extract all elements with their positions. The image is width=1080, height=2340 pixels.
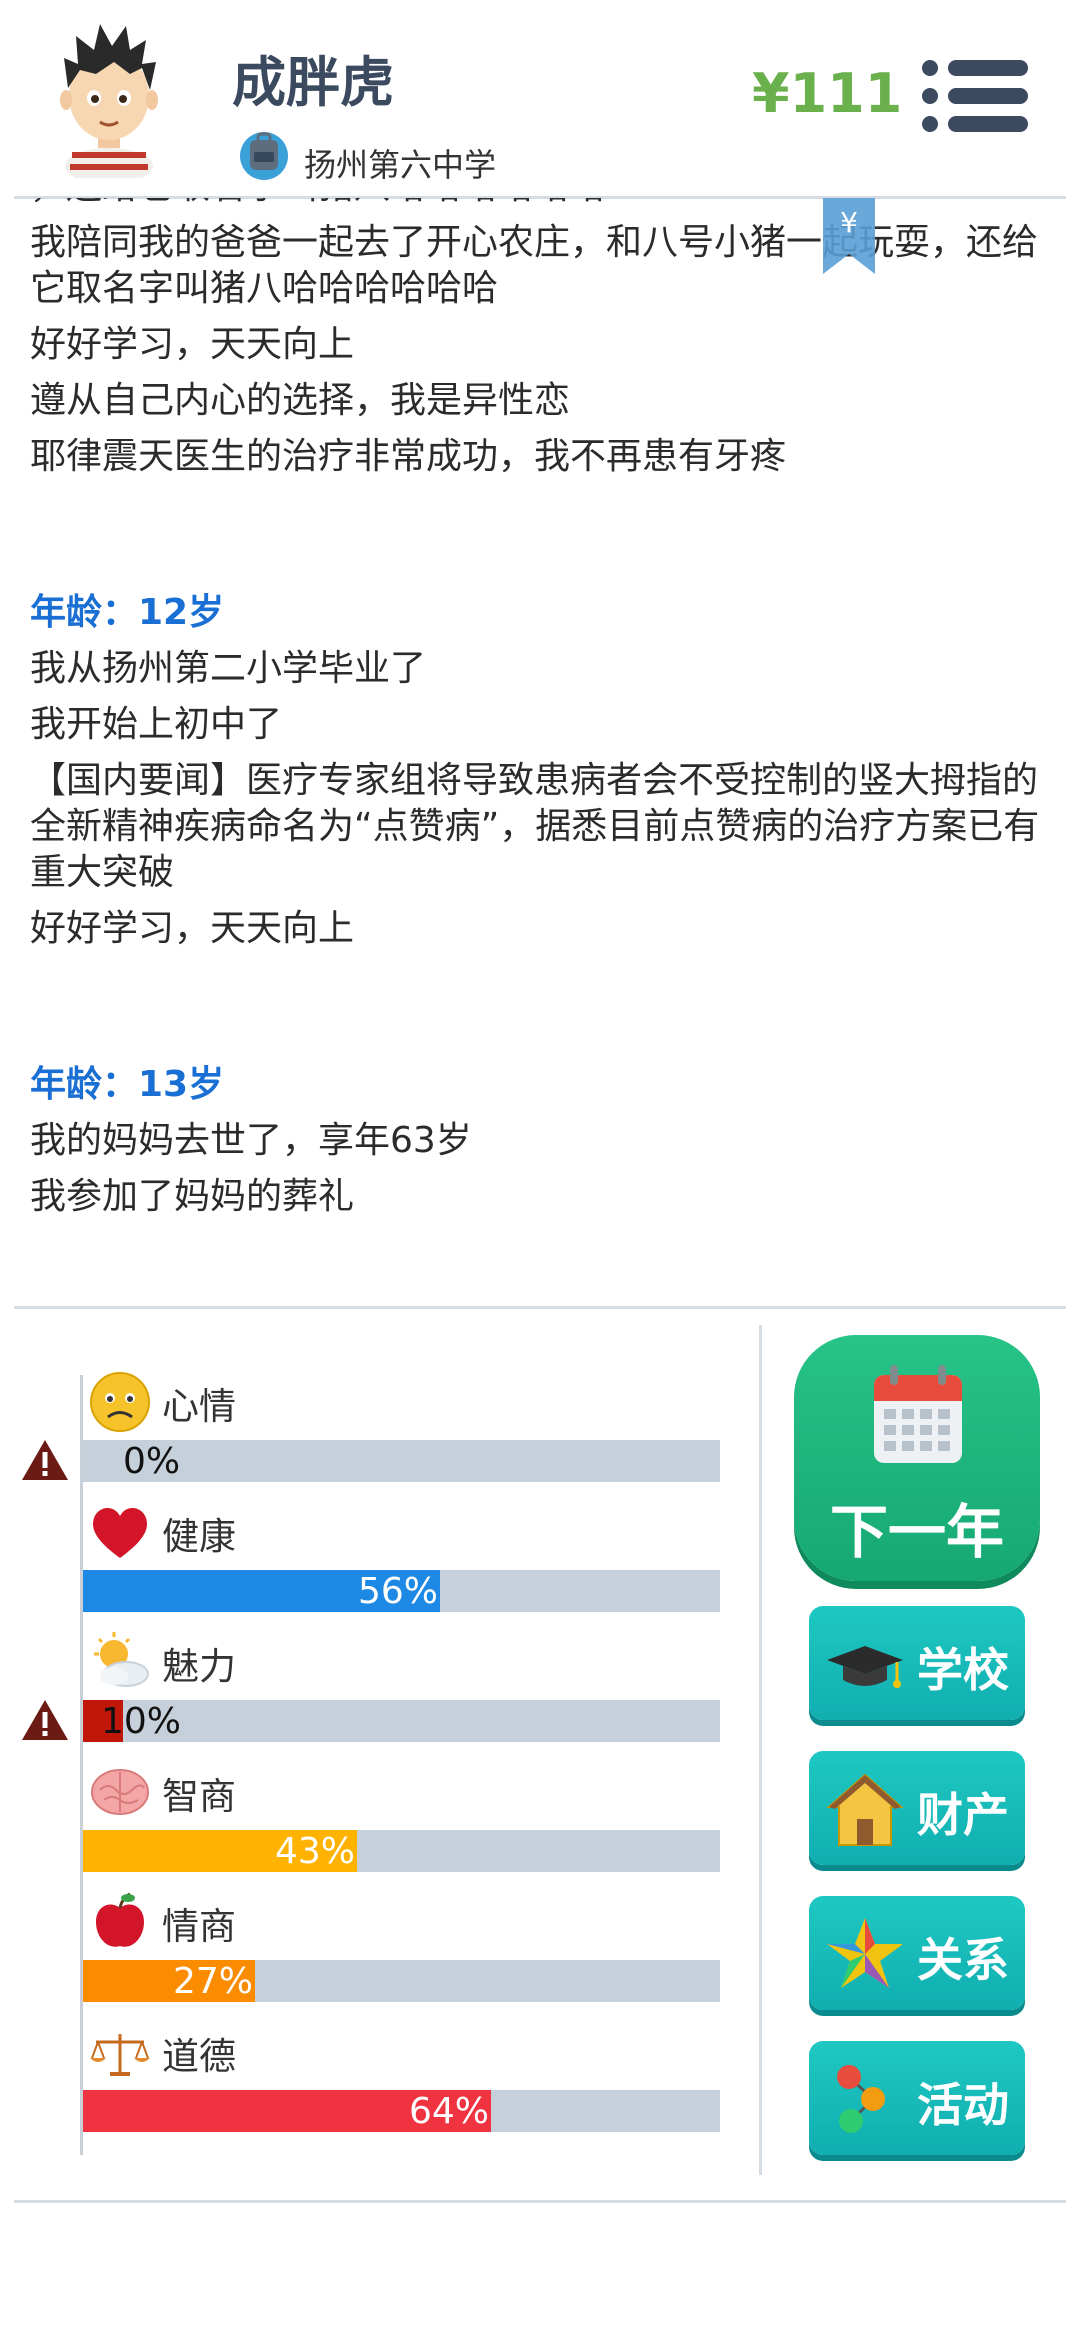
log-entry: 遵从自己内心的选择，我是异性恋 xyxy=(30,380,571,421)
log-entry: 耶律震天医生的治疗非常成功，我不再患有牙疼 xyxy=(30,436,787,477)
log-entry: 好好学习，天天向上 xyxy=(30,908,355,949)
sun-cloud-icon xyxy=(94,1632,149,1687)
stat-value-health: 56% xyxy=(357,1571,438,1612)
heart-icon xyxy=(93,1507,147,1558)
stat-label-eq: 情商 xyxy=(162,1905,236,1948)
stat-bar-mood: 0% xyxy=(83,1440,720,1482)
log-entry: 我陪同我的爸爸一起去了开心农庄，和八号小猪一起玩耍，还给它取名字叫猪八哈哈哈哈哈… xyxy=(30,222,1039,309)
school-name: 扬州第六中学 xyxy=(304,146,497,184)
age-heading: 年龄：12岁 xyxy=(30,592,225,633)
warning-icon xyxy=(22,1440,68,1480)
calendar-icon xyxy=(874,1365,962,1463)
activity-dots-icon xyxy=(837,2065,885,2133)
school-bag-icon xyxy=(240,132,288,180)
stat-label-charm: 魅力 xyxy=(162,1645,236,1688)
school-button-label: 学校 xyxy=(917,1643,1009,1697)
stat-value-eq: 27% xyxy=(172,1961,253,2002)
property-button-label: 财产 xyxy=(917,1788,1009,1842)
apple-icon xyxy=(96,1892,144,1947)
panel-divider xyxy=(759,1325,762,2175)
log-entry: 我从扬州第二小学毕业了 xyxy=(30,648,427,689)
log-entry: 【国内要闻】医疗专家组将导致患病者会不受控制的竖大拇指的全新精神疾病命名为“点赞… xyxy=(30,760,1040,893)
stat-value-morality: 64% xyxy=(408,2091,489,2132)
stat-value-mood: 0% xyxy=(123,1441,181,1482)
log-entry: 好好学习，天天向上 xyxy=(30,324,355,365)
log-spacer xyxy=(30,490,1040,590)
stat-value-iq: 43% xyxy=(274,1831,355,1872)
sad-face-icon xyxy=(90,1372,150,1432)
house-icon xyxy=(826,1773,904,1846)
relations-button-label: 关系 xyxy=(917,1933,1009,1987)
stat-bar-health: 56% xyxy=(83,1570,720,1612)
bottom-divider xyxy=(14,2200,1066,2203)
stats-axis xyxy=(80,1375,83,2155)
relations-button[interactable]: 关系 xyxy=(809,1896,1025,2010)
next-year-label: 下一年 xyxy=(829,1498,1004,1566)
activities-button-label: 活动 xyxy=(917,2078,1009,2132)
stat-label-iq: 智商 xyxy=(162,1775,236,1818)
stat-bar-iq: 43% xyxy=(83,1830,720,1872)
log-entry: 我参加了妈妈的葬礼 xyxy=(30,1176,355,1217)
log-divider xyxy=(14,1306,1066,1309)
stat-label-health: 健康 xyxy=(162,1515,236,1558)
yen-bookmark-icon[interactable]: ¥ xyxy=(823,198,875,274)
activities-button[interactable]: 活动 xyxy=(809,2041,1025,2155)
money-balance: ¥111 xyxy=(752,62,903,125)
property-button[interactable]: 财产 xyxy=(809,1751,1025,1865)
brain-icon xyxy=(91,1769,149,1815)
header: 成胖虎 扬州第六中学 ¥111 xyxy=(0,0,1080,196)
scales-icon xyxy=(90,2034,150,2076)
log-entry: 我的妈妈去世了，享年63岁 xyxy=(30,1120,472,1161)
life-log[interactable]: ，还给它取名字叫猪八哈哈哈哈哈哈 我陪同我的爸爸一起去了开心农庄，和八号小猪一起… xyxy=(30,198,1040,1308)
graduation-cap-icon xyxy=(827,1646,903,1688)
log-spacer xyxy=(30,962,1040,1062)
avatar[interactable] xyxy=(50,18,168,178)
log-entry: ，还给它取名字叫猪八哈哈哈哈哈哈 xyxy=(30,198,1040,210)
stat-bar-charm: 10% xyxy=(83,1700,720,1742)
player-name: 成胖虎 xyxy=(232,51,394,114)
log-entry: 我开始上初中了 xyxy=(30,704,283,745)
stat-bar-morality: 64% xyxy=(83,2090,720,2132)
menu-icon[interactable] xyxy=(920,56,1030,136)
stat-label-mood: 心情 xyxy=(162,1385,236,1428)
school-button[interactable]: 学校 xyxy=(809,1606,1025,1720)
stat-value-charm: 10% xyxy=(101,1701,182,1742)
warning-icon xyxy=(22,1700,68,1740)
age-heading: 年龄：13岁 xyxy=(30,1064,225,1105)
stat-label-morality: 道德 xyxy=(162,2035,236,2078)
next-year-button[interactable]: 下一年 xyxy=(794,1335,1040,1581)
star-icon xyxy=(827,1918,903,1988)
stat-bar-eq: 27% xyxy=(83,1960,720,2002)
yen-bookmark-symbol: ¥ xyxy=(840,206,858,239)
